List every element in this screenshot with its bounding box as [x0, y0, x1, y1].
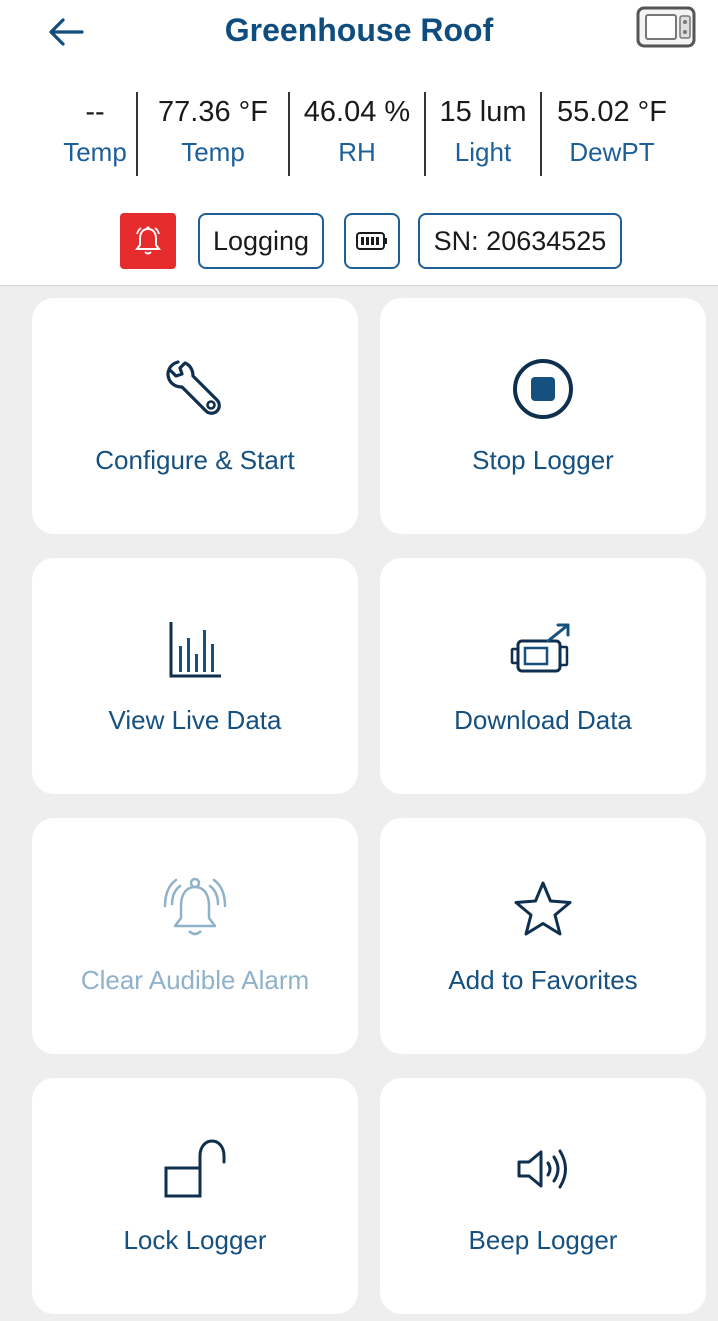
serial-number-badge: SN: 20634525: [418, 213, 622, 269]
tile-label: Lock Logger: [123, 1225, 267, 1255]
tile-label: Beep Logger: [468, 1225, 618, 1255]
tile-label: Add to Favorites: [448, 965, 638, 995]
beep-logger-button[interactable]: Beep Logger: [380, 1078, 706, 1314]
reading-label: Temp: [181, 137, 245, 167]
download-device-icon: [510, 623, 570, 673]
tile-label: Configure & Start: [95, 445, 295, 475]
logger-device-icon[interactable]: [636, 6, 696, 48]
clear-audible-alarm-button[interactable]: Clear Audible Alarm: [32, 818, 358, 1054]
reading-light: 15 lum Light: [428, 92, 538, 176]
battery-status-badge: [344, 213, 400, 269]
tile-label: Clear Audible Alarm: [80, 965, 310, 995]
reading-temp-1: -- Temp: [56, 92, 134, 176]
reading-dewpt: 55.02 °F DewPT: [544, 92, 680, 176]
tile-label: Stop Logger: [472, 445, 614, 475]
bar-chart-icon: [169, 622, 221, 678]
wrench-icon: [166, 360, 221, 415]
stop-circle-icon: [513, 359, 573, 419]
reading-label: Temp: [63, 137, 127, 167]
alarm-status-badge[interactable]: [120, 213, 176, 269]
reading-divider: [540, 92, 542, 176]
download-data-button[interactable]: Download Data: [380, 558, 706, 794]
speaker-icon: [517, 1149, 567, 1189]
reading-label: RH: [338, 137, 376, 167]
reading-value: 55.02 °F: [557, 96, 667, 128]
reading-temp-2: 77.36 °F Temp: [140, 92, 286, 176]
tile-label: Download Data: [454, 705, 632, 735]
reading-divider: [288, 92, 290, 176]
view-live-data-button[interactable]: View Live Data: [32, 558, 358, 794]
add-to-favorites-button[interactable]: Add to Favorites: [380, 818, 706, 1054]
battery-icon: [356, 232, 387, 250]
ringing-bell-icon: [163, 877, 227, 936]
reading-label: Light: [454, 137, 512, 167]
reading-divider: [424, 92, 426, 176]
reading-divider: [136, 92, 138, 176]
lock-logger-button[interactable]: Lock Logger: [32, 1078, 358, 1314]
status-row: Logging SN: 20634525: [0, 213, 718, 275]
reading-label: DewPT: [569, 137, 655, 167]
reading-value: 77.36 °F: [158, 96, 268, 128]
tile-label: View Live Data: [108, 705, 282, 735]
unlocked-padlock-icon: [164, 1139, 226, 1198]
page-title: Greenhouse Roof: [224, 12, 494, 48]
stop-logger-button[interactable]: Stop Logger: [380, 298, 706, 534]
sensor-readings: -- Temp 77.36 °F Temp 46.04 % RH 15 lum …: [0, 92, 718, 176]
app-header: Greenhouse Roof -- Temp 77.36 °F Temp 46…: [0, 0, 718, 286]
bell-alarm-icon: [135, 226, 161, 255]
action-grid: Configure & Start Stop Logger View Live …: [0, 286, 718, 1321]
reading-rh: 46.04 % RH: [292, 92, 422, 176]
logging-status-badge: Logging: [198, 213, 324, 269]
reading-value: --: [85, 96, 105, 128]
reading-value: 15 lum: [439, 96, 527, 128]
reading-value: 46.04 %: [303, 96, 411, 128]
star-icon: [514, 881, 572, 936]
configure-start-button[interactable]: Configure & Start: [32, 298, 358, 534]
